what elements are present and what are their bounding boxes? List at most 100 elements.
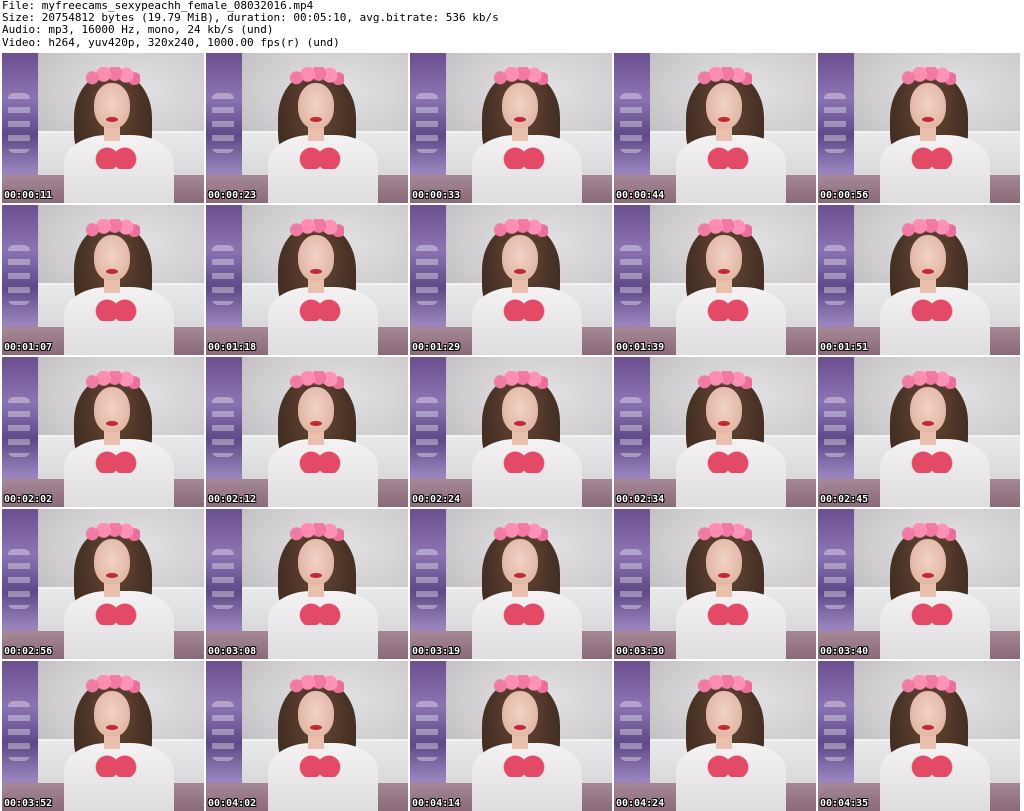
flower-crown xyxy=(84,523,140,541)
person-figure xyxy=(472,517,582,659)
timestamp-label: 00:00:11 xyxy=(4,190,53,201)
flower-crown xyxy=(492,219,548,237)
lips xyxy=(310,573,322,578)
neck xyxy=(308,583,324,597)
timestamp-label: 00:02:24 xyxy=(412,494,461,505)
white-shirt xyxy=(880,591,990,659)
neck xyxy=(920,583,936,597)
thumbnail-grid: 00:00:11 00:00:23 00:00:33 00:00:44 00:00:56… xyxy=(2,53,1020,811)
face xyxy=(502,691,538,737)
person-figure xyxy=(676,213,786,355)
person-figure xyxy=(472,213,582,355)
person-figure xyxy=(268,517,378,659)
timestamp-label: 00:02:56 xyxy=(4,646,53,657)
person-figure xyxy=(268,365,378,507)
neck xyxy=(716,127,732,141)
face xyxy=(706,235,742,281)
red-top xyxy=(706,603,750,625)
person-figure xyxy=(64,61,174,203)
face xyxy=(502,539,538,585)
video-thumbnail: 00:00:33 xyxy=(410,53,612,203)
white-shirt xyxy=(676,287,786,355)
video-thumbnail: 00:04:02 xyxy=(206,661,408,811)
white-shirt xyxy=(64,591,174,659)
video-thumbnail: 00:00:56 xyxy=(818,53,1020,203)
timestamp-label: 00:00:44 xyxy=(616,190,665,201)
neck xyxy=(104,431,120,445)
face xyxy=(298,539,334,585)
face xyxy=(502,387,538,433)
flower-crown xyxy=(696,675,752,693)
face xyxy=(706,539,742,585)
neck xyxy=(308,279,324,293)
red-top xyxy=(298,147,342,169)
lips xyxy=(718,725,730,730)
neck xyxy=(920,431,936,445)
timestamp-label: 00:04:14 xyxy=(412,798,461,809)
white-shirt xyxy=(64,287,174,355)
person-figure xyxy=(64,213,174,355)
lips xyxy=(106,725,118,730)
face xyxy=(94,539,130,585)
red-top xyxy=(502,755,546,777)
flower-crown xyxy=(288,67,344,85)
neck xyxy=(716,735,732,749)
neck xyxy=(308,431,324,445)
lips xyxy=(514,573,526,578)
person-figure xyxy=(880,517,990,659)
flower-crown xyxy=(84,219,140,237)
flower-crown xyxy=(900,371,956,389)
person-figure xyxy=(64,517,174,659)
white-shirt xyxy=(472,591,582,659)
timestamp-label: 00:01:07 xyxy=(4,342,53,353)
lips xyxy=(514,421,526,426)
lips xyxy=(310,269,322,274)
person-figure xyxy=(880,669,990,811)
person-figure xyxy=(268,669,378,811)
face xyxy=(706,691,742,737)
neck xyxy=(104,127,120,141)
red-top xyxy=(706,755,750,777)
face xyxy=(298,83,334,129)
video-thumbnail: 00:03:40 xyxy=(818,509,1020,659)
flower-crown xyxy=(900,219,956,237)
red-top xyxy=(706,451,750,473)
white-shirt xyxy=(676,439,786,507)
lips xyxy=(718,117,730,122)
neck xyxy=(104,735,120,749)
face xyxy=(298,235,334,281)
file-info-header: File: myfreecams_sexypeachh_female_08032… xyxy=(2,0,499,49)
timestamp-label: 00:04:24 xyxy=(616,798,665,809)
flower-crown xyxy=(900,67,956,85)
red-top xyxy=(298,299,342,321)
red-top xyxy=(706,147,750,169)
flower-crown xyxy=(288,219,344,237)
timestamp-label: 00:01:39 xyxy=(616,342,665,353)
neck xyxy=(512,735,528,749)
video-thumbnail: 00:03:08 xyxy=(206,509,408,659)
person-figure xyxy=(676,669,786,811)
timestamp-label: 00:02:45 xyxy=(820,494,869,505)
neck xyxy=(308,127,324,141)
neck xyxy=(512,127,528,141)
lips xyxy=(106,421,118,426)
person-figure xyxy=(472,365,582,507)
timestamp-label: 00:02:34 xyxy=(616,494,665,505)
flower-crown xyxy=(492,67,548,85)
flower-crown xyxy=(288,371,344,389)
timestamp-label: 00:00:33 xyxy=(412,190,461,201)
white-shirt xyxy=(880,743,990,811)
video-thumbnail: 00:04:14 xyxy=(410,661,612,811)
timestamp-label: 00:02:02 xyxy=(4,494,53,505)
person-figure xyxy=(268,213,378,355)
lips xyxy=(514,269,526,274)
video-thumbnail: 00:03:19 xyxy=(410,509,612,659)
lips xyxy=(718,269,730,274)
white-shirt xyxy=(676,743,786,811)
face xyxy=(94,691,130,737)
person-figure xyxy=(676,61,786,203)
person-figure xyxy=(676,517,786,659)
face xyxy=(502,235,538,281)
lips xyxy=(922,117,934,122)
flower-crown xyxy=(492,523,548,541)
